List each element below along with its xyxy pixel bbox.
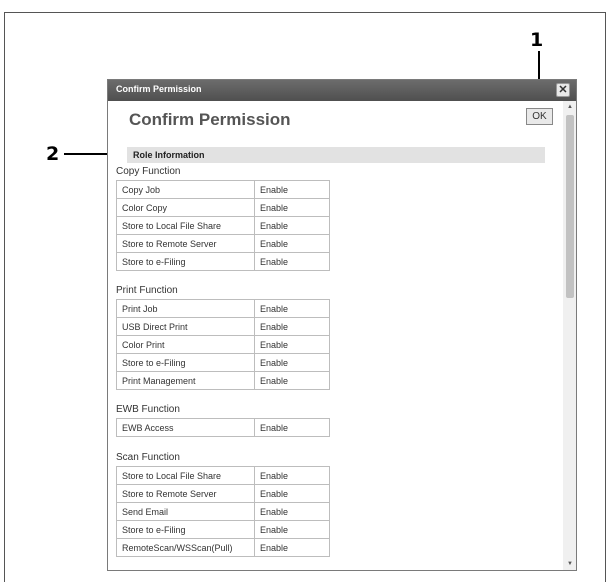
role-information-header: Role Information: [127, 147, 545, 163]
permission-value: Enable: [254, 520, 330, 539]
permission-table: Print Job Enable USB Direct Print Enable Col…: [116, 299, 330, 390]
table-row: Store to Local File Share Enable: [116, 216, 330, 235]
table-row: Color Print Enable: [116, 335, 330, 354]
scroll-thumb[interactable]: [566, 115, 574, 298]
table-row: Color Copy Enable: [116, 198, 330, 217]
close-icon[interactable]: ✕: [556, 83, 570, 97]
ok-button[interactable]: OK: [526, 108, 553, 125]
permission-value: Enable: [254, 538, 330, 557]
permission-value: Enable: [254, 252, 330, 271]
table-row: EWB Access Enable: [116, 418, 330, 437]
dialog-titlebar: Confirm Permission ✕: [108, 80, 576, 101]
scroll-down-arrow-icon[interactable]: ▼: [567, 561, 573, 567]
permission-value: Enable: [254, 299, 330, 318]
group-label: Print Function: [116, 285, 178, 296]
table-row: Store to e-Filing Enable: [116, 353, 330, 372]
dialog-title: Confirm Permission: [116, 84, 202, 94]
group-label: EWB Function: [116, 404, 180, 415]
permission-value: Enable: [254, 198, 330, 217]
permission-value: Enable: [254, 418, 330, 437]
table-row: Store to Local File Share Enable: [116, 466, 330, 485]
permission-value: Enable: [254, 234, 330, 253]
section-title: Role Information: [133, 150, 205, 160]
permission-value: Enable: [254, 466, 330, 485]
permission-name: Store to Local File Share: [116, 466, 255, 485]
table-row: USB Direct Print Enable: [116, 317, 330, 336]
permission-name: Print Job: [116, 299, 255, 318]
permission-table: EWB Access Enable: [116, 418, 330, 437]
permission-name: Color Copy: [116, 198, 255, 217]
table-row: Store to Remote Server Enable: [116, 484, 330, 503]
permission-name: Store to e-Filing: [116, 252, 255, 271]
table-row: Print Job Enable: [116, 299, 330, 318]
permission-value: Enable: [254, 484, 330, 503]
permission-value: Enable: [254, 502, 330, 521]
permission-name: EWB Access: [116, 418, 255, 437]
group-label: Scan Function: [116, 452, 180, 463]
permission-value: Enable: [254, 371, 330, 390]
table-row: RemoteScan/WSScan(Pull) Enable: [116, 538, 330, 557]
permission-name: Store to Remote Server: [116, 484, 255, 503]
table-row: Store to e-Filing Enable: [116, 520, 330, 539]
page-heading: Confirm Permission: [129, 110, 291, 129]
permission-name: Print Management: [116, 371, 255, 390]
callout-1: 1: [530, 29, 544, 51]
permission-name: Store to e-Filing: [116, 520, 255, 539]
permission-name: RemoteScan/WSScan(Pull): [116, 538, 255, 557]
permission-name: Copy Job: [116, 180, 255, 199]
permission-name: Color Print: [116, 335, 255, 354]
permission-name: Store to Local File Share: [116, 216, 255, 235]
table-row: Store to Remote Server Enable: [116, 234, 330, 253]
permission-value: Enable: [254, 353, 330, 372]
permission-name: Send Email: [116, 502, 255, 521]
table-row: Send Email Enable: [116, 502, 330, 521]
permission-name: USB Direct Print: [116, 317, 255, 336]
permission-value: Enable: [254, 216, 330, 235]
permission-table: Copy Job Enable Color Copy Enable Store to L…: [116, 180, 330, 271]
table-row: Print Management Enable: [116, 371, 330, 390]
permission-value: Enable: [254, 335, 330, 354]
group-label: Copy Function: [116, 166, 181, 177]
permission-value: Enable: [254, 317, 330, 336]
permission-name: Store to e-Filing: [116, 353, 255, 372]
table-row: Store to e-Filing Enable: [116, 252, 330, 271]
permission-value: Enable: [254, 180, 330, 199]
table-row: Copy Job Enable: [116, 180, 330, 199]
permission-name: Store to Remote Server: [116, 234, 255, 253]
callout-2: 2: [46, 143, 60, 165]
scroll-up-arrow-icon[interactable]: ▲: [567, 104, 573, 110]
confirm-permission-dialog: Confirm Permission ✕ Confirm Permission …: [107, 79, 577, 571]
vertical-scrollbar[interactable]: ▲ ▼: [563, 101, 576, 570]
permission-table: Store to Local File Share Enable Store to …: [116, 466, 330, 557]
